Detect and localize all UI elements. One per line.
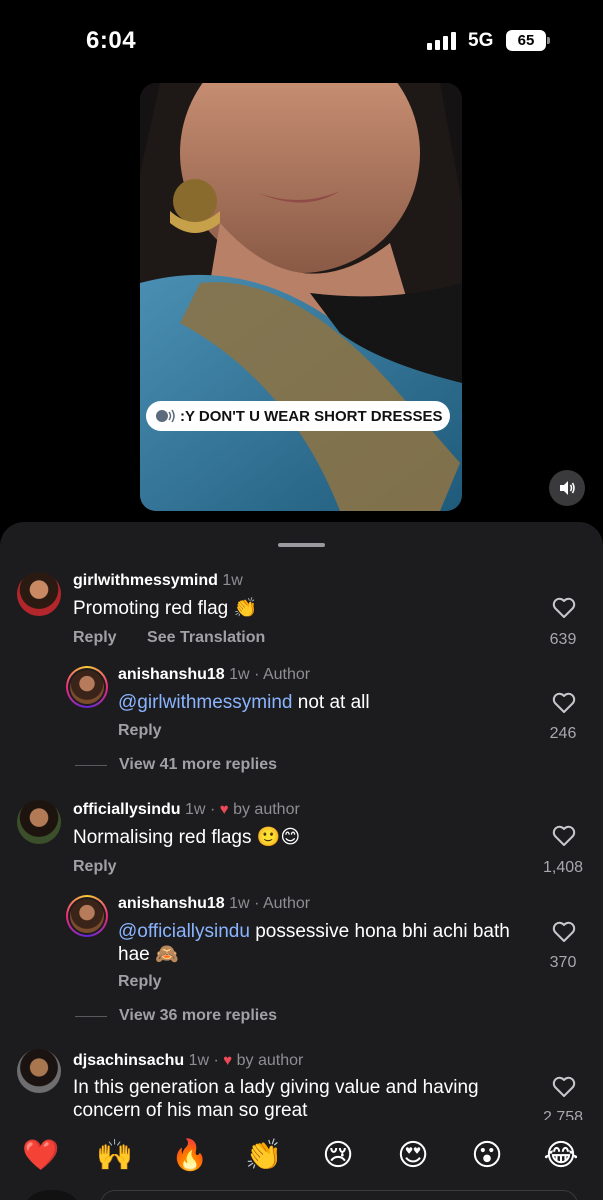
heart-filled-icon: ♥ <box>219 801 229 818</box>
video-frame <box>140 83 462 511</box>
comment-username[interactable]: girlwithmessymind <box>73 572 218 589</box>
see-translation-button[interactable]: See Translation <box>147 629 265 646</box>
comment-username[interactable]: anishanshu18 <box>118 895 225 912</box>
emoji-fire[interactable]: 🔥 <box>170 1138 210 1173</box>
comment-text: @girlwithmessymind not at all <box>118 692 370 713</box>
like-count: 639 <box>549 631 577 648</box>
comment-text: In this generation a lady giving value a… <box>73 1077 479 1121</box>
author-tag: Author <box>262 666 311 683</box>
caption-text: :Y DON'T U WEAR SHORT DRESSES <box>180 407 443 425</box>
comments-sheet: girlwithmessymind 1w Promoting red flag … <box>0 522 603 1200</box>
heart-filled-icon: ♥ <box>223 1052 233 1069</box>
sheet-grabber[interactable] <box>278 543 325 547</box>
comment-time: 1w <box>229 895 250 912</box>
emoji-reaction-bar: ❤️ 🙌 🔥 👏 😢 😍 😮 😂 <box>0 1120 603 1200</box>
comment-input[interactable] <box>100 1190 578 1200</box>
emoji-clap[interactable]: 👏 <box>244 1138 284 1173</box>
comment-text: Promoting red flag 👏 <box>73 598 258 619</box>
battery-icon: 65 <box>506 30 546 51</box>
reply-button[interactable]: Reply <box>73 629 117 646</box>
comment-actions: Reply <box>118 973 188 991</box>
comment-time: 1w <box>185 801 206 818</box>
heart-outline-icon <box>552 921 576 942</box>
avatar[interactable] <box>66 895 108 937</box>
emoji-heart[interactable]: ❤️ <box>21 1138 61 1173</box>
like-button[interactable] <box>544 825 584 852</box>
network-label: 5G <box>468 30 494 51</box>
comment-meta: anishanshu18 1w · Author <box>118 895 311 912</box>
avatar[interactable] <box>17 1049 61 1093</box>
view-more-replies[interactable]: View 41 more replies <box>75 756 277 774</box>
heart-outline-icon <box>552 692 576 713</box>
heart-outline-icon <box>552 825 576 846</box>
avatar[interactable] <box>66 666 108 708</box>
comment-actions: Reply See Translation <box>73 629 291 647</box>
comment-meta: girlwithmessymind 1w <box>73 572 243 590</box>
heart-outline-icon <box>552 1076 576 1097</box>
heart-outline-icon <box>552 597 576 618</box>
reply-button[interactable]: Reply <box>118 722 162 739</box>
caption-pill: :Y DON'T U WEAR SHORT DRESSES <box>146 401 450 431</box>
emoji-heart-eyes[interactable]: 😍 <box>393 1138 433 1173</box>
reel-video[interactable]: :Y DON'T U WEAR SHORT DRESSES <box>140 83 462 511</box>
speaking-head-icon <box>156 409 175 423</box>
like-count: 1,408 <box>542 859 584 876</box>
liked-by-author-label: by author <box>233 801 300 818</box>
like-button[interactable] <box>544 1076 584 1103</box>
liked-by-author-label: by author <box>236 1052 304 1069</box>
emoji-raised-hands[interactable]: 🙌 <box>95 1138 135 1173</box>
comment-time: 1w <box>188 1052 210 1069</box>
mention-link[interactable]: @officiallysindu <box>118 921 250 942</box>
like-count: 246 <box>549 725 577 742</box>
comment-meta: anishanshu18 1w · Author <box>118 666 311 683</box>
avatar[interactable] <box>17 572 61 616</box>
comment-actions: Reply <box>73 858 143 876</box>
comment-time: 1w <box>229 666 250 683</box>
reply-button[interactable]: Reply <box>73 858 117 875</box>
speaker-button[interactable] <box>549 470 585 506</box>
comment-actions: Reply <box>118 722 188 740</box>
like-button[interactable] <box>544 921 584 948</box>
comment-username[interactable]: anishanshu18 <box>118 666 225 683</box>
like-button[interactable] <box>544 692 584 719</box>
like-count: 370 <box>549 954 577 971</box>
comment-text: @officiallysindu possessive hona bhi ach… <box>118 921 510 965</box>
comment-time: 1w <box>222 572 243 589</box>
emoji-crying[interactable]: 😢 <box>318 1138 358 1173</box>
comment-username[interactable]: officiallysindu <box>73 801 181 818</box>
comment-meta: officiallysindu 1w · ♥ by author <box>73 801 300 818</box>
speaker-icon <box>560 481 575 495</box>
like-button[interactable] <box>544 597 584 624</box>
author-tag: Author <box>262 895 311 912</box>
emoji-surprised[interactable]: 😮 <box>467 1138 507 1173</box>
emoji-laughing[interactable]: 😂 <box>541 1138 581 1173</box>
status-bar: 6:04 5G 65 <box>0 0 603 80</box>
view-more-replies[interactable]: View 36 more replies <box>75 1007 277 1025</box>
comment-text: Normalising red flags 🙂😊 <box>73 827 301 848</box>
signal-icon <box>427 32 459 50</box>
reply-button[interactable]: Reply <box>118 973 162 990</box>
mention-link[interactable]: @girlwithmessymind <box>118 692 293 713</box>
status-time: 6:04 <box>86 27 137 54</box>
comment-username[interactable]: djsachinsachu <box>73 1052 184 1069</box>
avatar[interactable] <box>17 800 61 844</box>
comment-meta: djsachinsachu 1w · ♥ by author <box>73 1052 304 1069</box>
battery-nub <box>547 37 550 44</box>
